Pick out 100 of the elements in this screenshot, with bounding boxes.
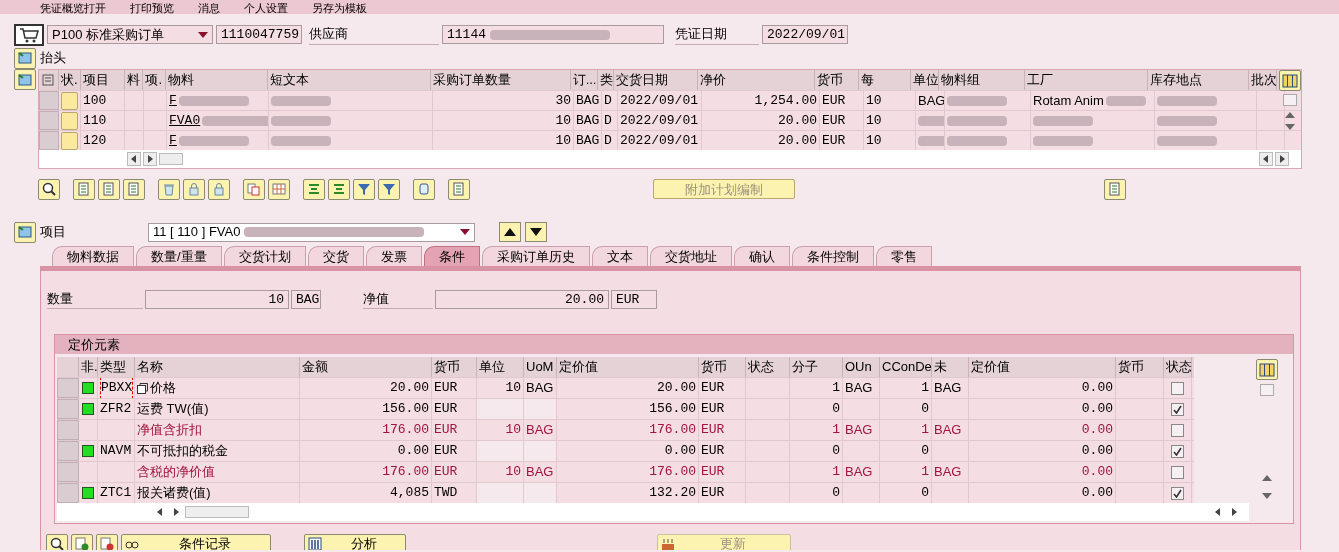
- scroll-up-icon: [1285, 112, 1295, 118]
- checkbox[interactable]: [1171, 402, 1184, 416]
- vendor-label: 供应商: [309, 24, 439, 45]
- table-cell-text: EUR: [434, 463, 458, 482]
- toolbar-menu-item[interactable]: 另存为模板: [312, 2, 367, 14]
- scrollbar-thumb[interactable]: [185, 506, 249, 518]
- section-title: 项目: [40, 223, 67, 242]
- table-cell: 2022/09/01: [620, 91, 698, 110]
- input-cell[interactable]: [477, 399, 524, 419]
- document-type-dropdown[interactable]: P100 标准采购订单: [47, 25, 213, 44]
- blurred-text: [947, 113, 1007, 128]
- input-cell[interactable]: [477, 441, 524, 461]
- material-link[interactable]: FVA0: [169, 111, 201, 130]
- magnifier-icon: [41, 181, 57, 197]
- column-layout-icon: [1259, 361, 1275, 378]
- dropdown-value: 11 [ 110 ] FVA0: [153, 223, 241, 242]
- input-cell[interactable]: [524, 441, 557, 461]
- table-cell-text: 价格: [150, 379, 176, 398]
- item-dropdown[interactable]: 11 [ 110 ] FVA0: [148, 222, 475, 242]
- checkbox[interactable]: [1171, 381, 1184, 395]
- tab[interactable]: 交货: [307, 246, 364, 266]
- action-button[interactable]: 分析: [304, 533, 406, 550]
- table-cell-text: 1: [832, 379, 840, 398]
- checkmark-icon: [1173, 404, 1182, 414]
- tab[interactable]: 条件: [423, 246, 480, 266]
- scrollbar-thumb[interactable]: [159, 153, 183, 165]
- action-button[interactable]: 条件记录: [121, 533, 271, 550]
- material-link[interactable]: F: [169, 91, 177, 110]
- table-cell-text: BAG: [934, 421, 962, 440]
- tab[interactable]: 确认: [733, 246, 790, 266]
- filter-icon: [356, 181, 372, 197]
- tab[interactable]: 条件控制: [791, 246, 874, 266]
- tab[interactable]: 数量/重量: [136, 246, 222, 266]
- checkbox[interactable]: [1171, 486, 1184, 500]
- table-cell: D: [604, 131, 612, 150]
- table-cell-text: 0.00: [1081, 379, 1113, 398]
- checkmark-icon: [1173, 446, 1182, 456]
- table-cell: D: [604, 91, 612, 110]
- table-cell: 2022/09/01: [620, 111, 698, 130]
- active-indicator: [82, 487, 94, 499]
- table-cell-text: 20.00: [657, 379, 696, 398]
- checkbox[interactable]: [1171, 423, 1184, 437]
- table-cell-text: 0: [832, 400, 840, 419]
- input-cell[interactable]: [524, 483, 557, 503]
- active-indicator: [82, 403, 94, 415]
- previous-item-button[interactable]: [499, 222, 521, 242]
- input-cell[interactable]: [524, 399, 557, 419]
- status-indicator: [61, 111, 78, 130]
- tab[interactable]: 采购订单历史: [481, 246, 590, 266]
- tab[interactable]: 文本: [591, 246, 648, 266]
- blurred-text: [178, 133, 249, 148]
- toolbar-menu-item[interactable]: 个人设置: [244, 2, 288, 14]
- material-link[interactable]: F: [169, 131, 177, 150]
- toolbar-button[interactable]: [38, 178, 60, 200]
- scrollbar-thumb[interactable]: [1260, 384, 1274, 396]
- table-cell: 1,254.00: [754, 91, 817, 110]
- table-cell: 10: [866, 131, 882, 150]
- table-cell-text: BAG: [526, 379, 554, 398]
- tab[interactable]: 物料数据: [52, 246, 134, 266]
- toolbar-menu-item[interactable]: 凭证概览打开: [40, 2, 106, 14]
- scroll-left-icon: [127, 152, 141, 166]
- table-cell-text: ZTC1: [100, 484, 132, 503]
- table-cell-text: 0: [921, 400, 929, 419]
- toolbar-menu-item[interactable]: 打印预览: [130, 2, 174, 14]
- currency-field: EUR: [611, 289, 657, 309]
- table-cell-text: 0: [832, 484, 840, 503]
- arrow-up-icon: [504, 228, 516, 236]
- document-date-field: 2022/09/01: [762, 25, 848, 44]
- column-settings-button[interactable]: [1256, 359, 1278, 380]
- table-cell: 10: [866, 111, 882, 130]
- tab[interactable]: 交货地址: [649, 246, 732, 266]
- toolbar-button[interactable]: [46, 533, 68, 550]
- table-cell-text: 净值含折扣: [137, 421, 202, 440]
- table-icon: [307, 536, 323, 550]
- checkbox[interactable]: [1171, 465, 1184, 479]
- tab[interactable]: 零售: [875, 246, 932, 266]
- table-cell: 120: [83, 131, 107, 150]
- next-item-button[interactable]: [525, 222, 547, 242]
- checkbox[interactable]: [1171, 444, 1184, 458]
- tab[interactable]: 交货计划: [223, 246, 306, 266]
- column-settings-button[interactable]: [1279, 70, 1302, 91]
- unit-field: BAG: [291, 289, 321, 309]
- table-cell-text: NAVM: [100, 442, 132, 461]
- blurred-text: [1033, 113, 1093, 128]
- field-label: 数量: [47, 288, 143, 310]
- magnifier-icon: [49, 536, 65, 550]
- lock-icon: [186, 181, 202, 197]
- scrollbar-thumb[interactable]: [1283, 94, 1297, 106]
- toolbar-menu-item[interactable]: 消息: [198, 2, 220, 14]
- copy-icon: [246, 181, 262, 197]
- input-cell[interactable]: [477, 483, 524, 503]
- align-icon: [306, 181, 322, 197]
- tab[interactable]: 发票: [365, 246, 422, 266]
- cart-button[interactable]: [14, 23, 44, 46]
- trash-icon: [161, 181, 177, 197]
- net-value-field: 20.00: [435, 289, 609, 309]
- table-cell-text: 132.20: [649, 484, 696, 503]
- section-title: 抬头: [40, 49, 66, 68]
- currency-icon: [660, 536, 676, 550]
- table-cell-text: EUR: [701, 484, 725, 503]
